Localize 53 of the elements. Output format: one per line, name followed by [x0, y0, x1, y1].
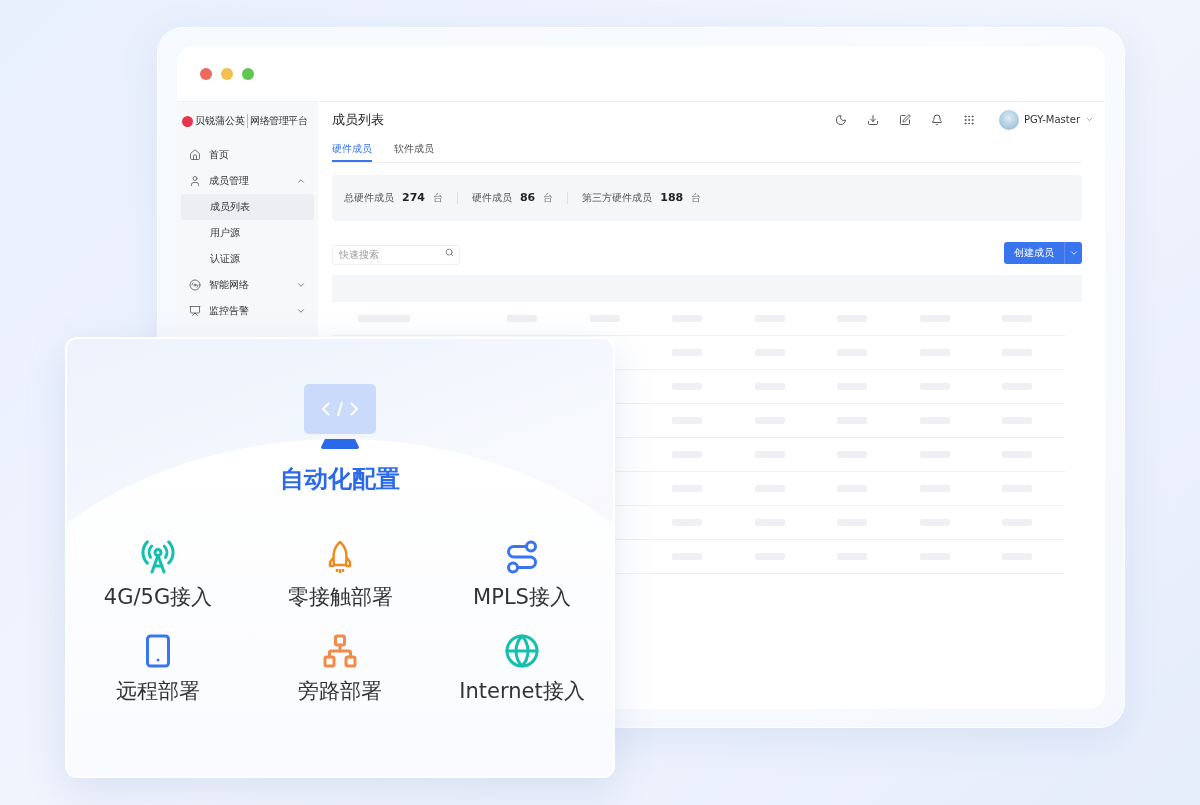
create-button[interactable]: 创建成员 — [1004, 242, 1064, 264]
stat-unit: 台 — [432, 192, 443, 204]
search-icon — [445, 248, 454, 257]
apps-grid-icon[interactable] — [963, 113, 976, 126]
logo-icon — [182, 115, 193, 127]
route-icon — [504, 539, 540, 575]
maximize-dot[interactable] — [242, 67, 254, 80]
caret-icon — [1068, 248, 1079, 258]
chevron-down-icon[interactable] — [1085, 115, 1094, 124]
platform-name: 网络管理平台 — [247, 114, 307, 128]
edit-icon[interactable] — [899, 113, 912, 126]
stat-value: 86 — [519, 192, 536, 204]
submenu-item[interactable]: 成员列表 — [181, 194, 314, 220]
close-dot[interactable] — [200, 67, 212, 80]
stat-label: 总硬件成员 — [344, 192, 394, 204]
avatar[interactable] — [999, 109, 1020, 130]
stat-value: 188 — [660, 192, 684, 204]
card-title: 自动化配置 — [280, 464, 400, 495]
stat-value: 274 — [402, 192, 425, 204]
menu-item[interactable]: 智能网络 — [181, 272, 314, 298]
menu-item[interactable]: 成员管理 — [181, 168, 314, 194]
user-icon — [189, 175, 201, 187]
bell-icon[interactable] — [931, 113, 944, 126]
menu-item[interactable]: 监控告警 — [181, 298, 314, 324]
dropdown-button[interactable] — [1064, 242, 1082, 264]
tab[interactable]: 软件成员 — [394, 142, 434, 162]
ring-icon — [189, 279, 201, 291]
feature-label: 零接触部署 — [287, 584, 393, 611]
minimize-dot[interactable] — [221, 67, 233, 80]
menu-item[interactable]: 首页 — [181, 142, 314, 168]
moon-icon[interactable] — [835, 113, 848, 126]
stat-unit: 台 — [543, 192, 554, 204]
feature-label: 4G/5G接入 — [103, 584, 213, 611]
brand-name: 贝锐蒲公英 — [195, 114, 245, 128]
feature-label: 旁路部署 — [298, 678, 382, 705]
globe-icon — [504, 633, 540, 669]
stat-label: 硬件成员 — [471, 192, 512, 204]
antenna-icon — [140, 539, 176, 575]
submenu-item[interactable]: 认证源 — [181, 246, 314, 272]
network-icon — [322, 633, 358, 669]
page-title: 成员列表 — [332, 110, 385, 129]
monitor-icon — [189, 305, 201, 317]
submenu-item[interactable]: 用户源 — [181, 220, 314, 246]
home-icon — [189, 149, 201, 161]
feature-label: 远程部署 — [116, 678, 200, 705]
download-icon[interactable] — [867, 113, 880, 126]
search-field[interactable]: 快速搜索 — [332, 244, 460, 265]
feature-label: MPLS接入 — [473, 584, 571, 611]
stat-unit: 台 — [691, 192, 702, 204]
user-name[interactable]: PGY-Master — [1024, 114, 1080, 125]
stat-label: 第三方硬件成员 — [582, 192, 653, 204]
feature-label: Internet接入 — [459, 678, 585, 705]
tab[interactable]: 硬件成员 — [332, 142, 372, 162]
